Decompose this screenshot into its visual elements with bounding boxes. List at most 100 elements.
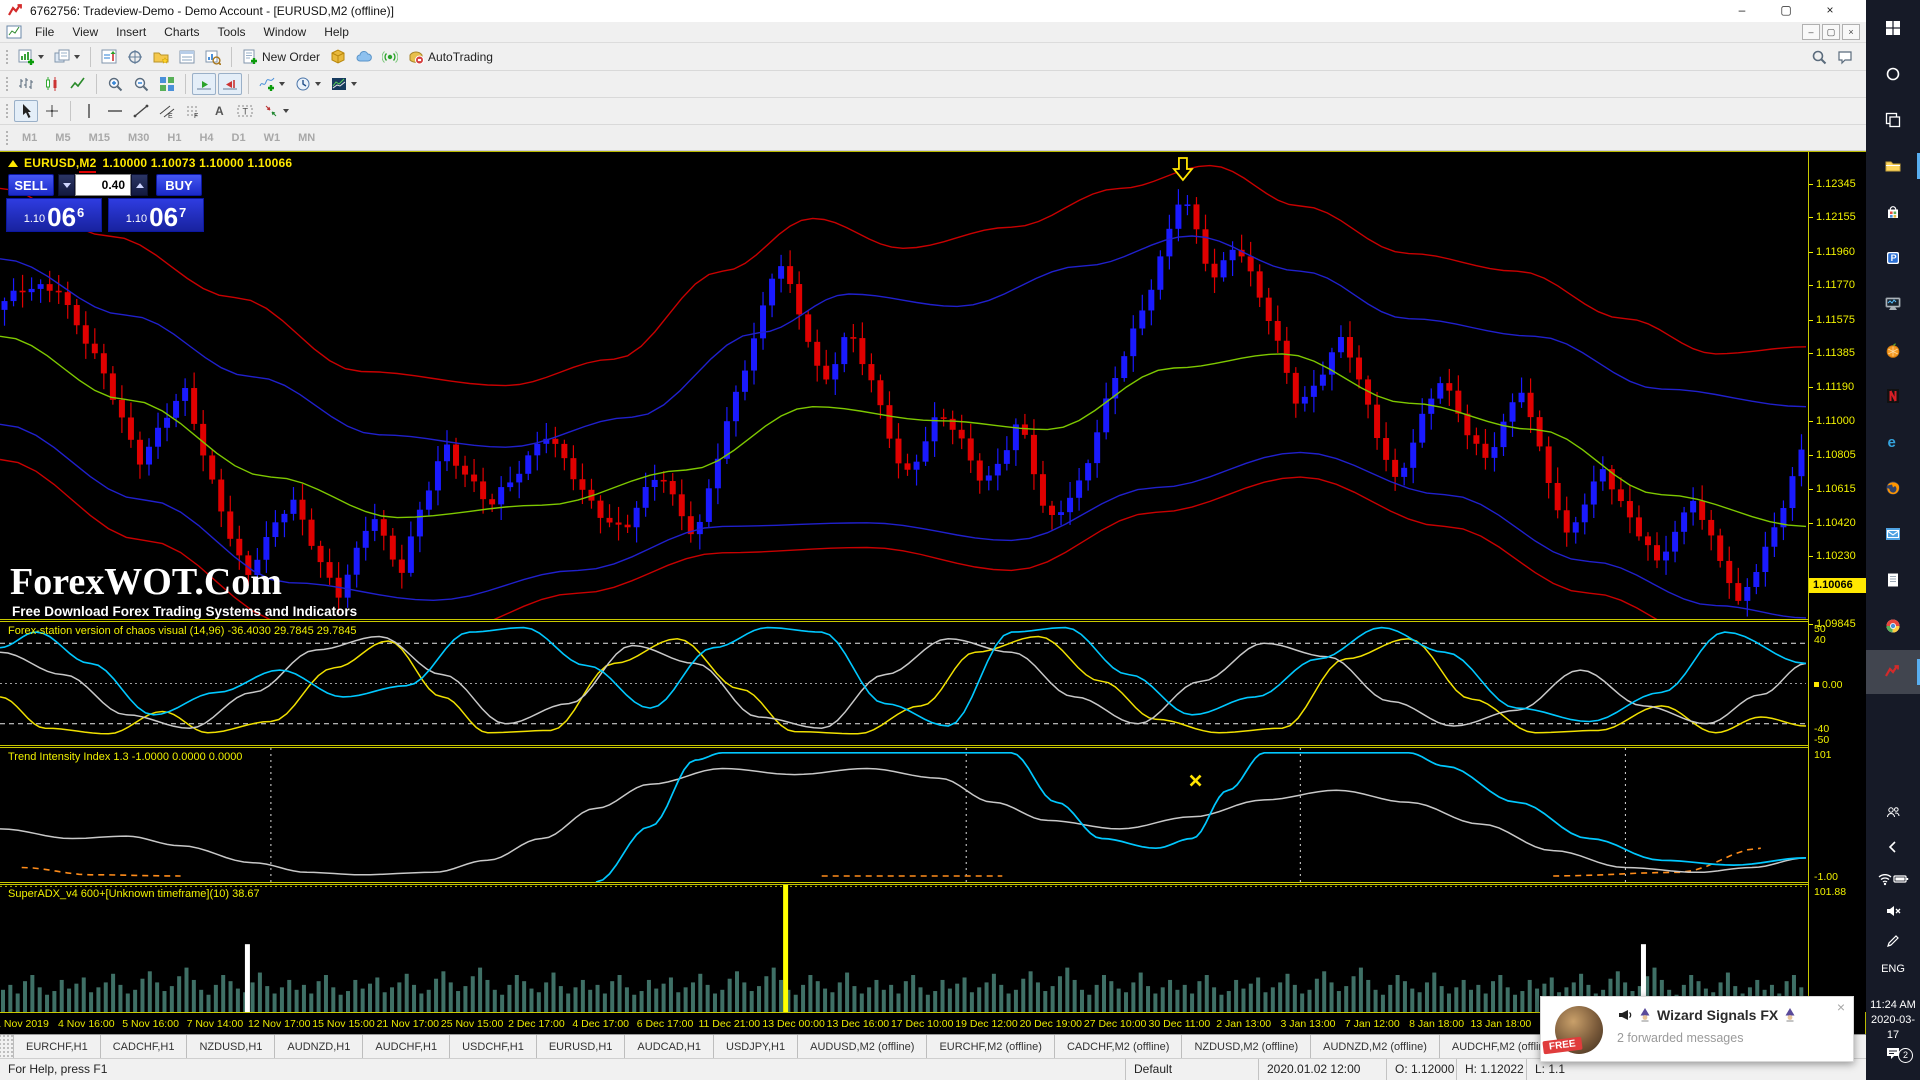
taskbar-file-explorer-button[interactable] — [1866, 144, 1920, 188]
taskbar-chrome-button[interactable] — [1866, 604, 1920, 648]
taskbar-edge-button[interactable]: e — [1866, 420, 1920, 464]
toolbar-grip[interactable] — [4, 75, 9, 93]
taskbar-cortana-button[interactable] — [1866, 52, 1920, 96]
taskbar-p-app-button[interactable]: P — [1866, 236, 1920, 280]
candles-chart-button[interactable] — [40, 73, 64, 95]
indicators-button[interactable] — [255, 73, 289, 95]
timeframe-m15-button[interactable]: M15 — [80, 132, 119, 144]
chart-shift-button[interactable] — [218, 73, 242, 95]
child-close-button[interactable]: × — [1842, 24, 1860, 40]
text-button[interactable]: A — [207, 100, 231, 122]
toolbar-grip[interactable] — [4, 102, 9, 120]
text-label-button[interactable]: T — [233, 100, 257, 122]
buy-price[interactable]: 1.10 06 7 — [108, 198, 204, 232]
timeframe-m30-button[interactable]: M30 — [119, 132, 158, 144]
lot-increase-button[interactable] — [131, 174, 148, 196]
tile-windows-button[interactable] — [155, 73, 179, 95]
templates-button[interactable] — [327, 73, 361, 95]
lot-decrease-button[interactable] — [58, 174, 75, 196]
equidistant-channel-button[interactable]: E — [155, 100, 179, 122]
new-chart-button[interactable] — [14, 46, 48, 68]
taskbar-metatrader-button[interactable] — [1866, 650, 1920, 694]
metaeditor-button[interactable] — [326, 46, 350, 68]
notification-close-icon[interactable]: × — [1837, 999, 1845, 1015]
fibonacci-button[interactable]: F — [181, 100, 205, 122]
taskbar-firefox-button[interactable] — [1866, 466, 1920, 510]
new-order-button[interactable]: New Order — [238, 46, 324, 68]
chart-tab[interactable]: NZDUSD,M2 (offline) — [1182, 1035, 1312, 1058]
taskbar-start-button[interactable] — [1866, 6, 1920, 50]
navigator-button[interactable] — [149, 46, 173, 68]
tii-indicator-pane[interactable] — [0, 748, 1806, 882]
autotrading-button[interactable]: AutoTrading — [404, 46, 497, 68]
tray-pen-button[interactable] — [1866, 926, 1920, 956]
chart-tab[interactable]: USDCHF,H1 — [450, 1035, 537, 1058]
menu-insert[interactable]: Insert — [107, 22, 155, 42]
trendline-button[interactable] — [129, 100, 153, 122]
bars-chart-button[interactable] — [14, 73, 38, 95]
taskbar-ms-store-button[interactable] — [1866, 190, 1920, 234]
periods-button[interactable] — [291, 73, 325, 95]
lot-size-field[interactable]: 0.40 — [75, 174, 131, 196]
menu-tools[interactable]: Tools — [209, 22, 255, 42]
child-window-icon[interactable] — [6, 24, 22, 40]
toolbar-grip[interactable] — [4, 47, 9, 66]
timeframe-w1-button[interactable]: W1 — [255, 132, 290, 144]
chart-tab[interactable]: AUDUSD,M2 (offline) — [798, 1035, 928, 1058]
profiles-button[interactable] — [50, 46, 84, 68]
taskbar-system-monitor-button[interactable] — [1866, 282, 1920, 326]
child-minimize-button[interactable]: – — [1802, 24, 1820, 40]
chart-tab[interactable]: CADCHF,H1 — [101, 1035, 188, 1058]
chart-tab[interactable]: AUDNZD,M2 (offline) — [1311, 1035, 1440, 1058]
tray-clock[interactable]: 11:24 AM 2020-03-17 — [1866, 998, 1920, 1043]
menu-charts[interactable]: Charts — [155, 22, 208, 42]
search-button[interactable] — [1807, 46, 1831, 68]
buy-button[interactable]: BUY — [156, 174, 202, 196]
timeframe-d1-button[interactable]: D1 — [223, 132, 255, 144]
cursor-button[interactable] — [14, 100, 38, 122]
pane-separator[interactable] — [0, 882, 1866, 885]
timeframe-h4-button[interactable]: H4 — [190, 132, 222, 144]
taskbar-task-view-button[interactable] — [1866, 98, 1920, 142]
timeframe-m1-button[interactable]: M1 — [13, 132, 46, 144]
collapse-triangle-icon[interactable] — [8, 159, 18, 167]
cloud-button[interactable] — [352, 46, 376, 68]
tray-action-center-button[interactable]: 2 — [1866, 1038, 1920, 1068]
hline-button[interactable] — [103, 100, 127, 122]
price-scale[interactable]: 1.12345 1.12155 1.11960 1.11770 1.11575 1.113… — [1808, 152, 1866, 1012]
pane-separator[interactable] — [0, 619, 1866, 622]
chart-tab[interactable]: CADCHF,M2 (offline) — [1055, 1035, 1183, 1058]
arrows-button[interactable] — [259, 100, 293, 122]
menu-view[interactable]: View — [63, 22, 107, 42]
chart-tab[interactable]: EURUSD,H1 — [537, 1035, 626, 1058]
notification-popup[interactable]: FREE Wizard Signals FX 2 forwarded messa… — [1540, 996, 1854, 1062]
tab-bar-grip[interactable] — [0, 1035, 14, 1058]
line-chart-button[interactable] — [66, 73, 90, 95]
auto-scroll-button[interactable] — [192, 73, 216, 95]
taskbar-notepad-button[interactable] — [1866, 558, 1920, 602]
vline-button[interactable] — [77, 100, 101, 122]
minimize-button[interactable]: – — [1720, 0, 1764, 22]
strategy-tester-button[interactable] — [201, 46, 225, 68]
superadx-indicator-pane[interactable] — [0, 885, 1806, 1012]
child-restore-button[interactable]: ▢ — [1822, 24, 1840, 40]
tray-network-battery[interactable] — [1866, 864, 1920, 894]
toolbar-grip[interactable] — [4, 128, 9, 147]
menu-file[interactable]: File — [26, 22, 63, 42]
tray-tray-chevron-button[interactable] — [1866, 832, 1920, 862]
tray-volume-muted-button[interactable] — [1866, 896, 1920, 926]
pane-separator[interactable] — [0, 745, 1866, 748]
taskbar-netflix-button[interactable] — [1866, 374, 1920, 418]
sell-price[interactable]: 1.10 06 6 — [6, 198, 102, 232]
chart-tab[interactable]: EURCHF,M2 (offline) — [927, 1035, 1055, 1058]
menu-window[interactable]: Window — [255, 22, 316, 42]
timeframe-mn-button[interactable]: MN — [289, 132, 324, 144]
chart-tab[interactable]: EURCHF,H1 — [14, 1035, 101, 1058]
timeframe-h1-button[interactable]: H1 — [158, 132, 190, 144]
tray-language-button[interactable]: ENG — [1866, 956, 1920, 982]
taskbar-mail-button[interactable] — [1866, 512, 1920, 556]
taskbar-orange-app-button[interactable] — [1866, 328, 1920, 372]
tray-people-button[interactable] — [1866, 798, 1920, 828]
signals-button[interactable] — [378, 46, 402, 68]
timeframe-m5-button[interactable]: M5 — [46, 132, 79, 144]
